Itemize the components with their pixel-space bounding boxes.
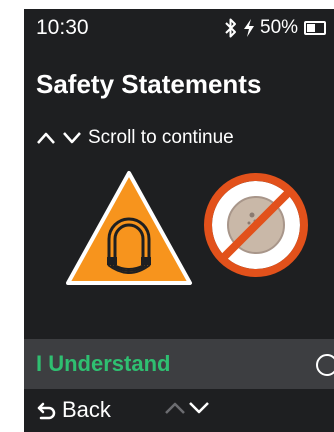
understand-checkbox[interactable]	[316, 354, 334, 376]
magnet-warning-icon	[66, 171, 192, 285]
status-time: 10:30	[36, 16, 89, 39]
battery-percent: 50%	[260, 17, 299, 38]
device-screen: 10:30 50% Safety Statements Scroll to co…	[24, 9, 334, 432]
battery-icon	[304, 21, 327, 35]
back-arrow-icon	[37, 402, 56, 420]
chevron-down-icon[interactable]	[188, 401, 210, 415]
back-label: Back	[62, 397, 111, 422]
understand-label: I Understand	[36, 351, 171, 376]
understand-row[interactable]: I Understand	[24, 339, 334, 389]
charging-bolt-icon	[244, 19, 254, 37]
bottom-nav: Back	[24, 389, 334, 432]
battery-fill	[307, 24, 316, 32]
chevron-down-icon	[63, 132, 81, 144]
status-bar: 10:30 50%	[24, 9, 334, 45]
bluetooth-icon	[225, 18, 236, 38]
no-sensor-icon	[204, 173, 308, 277]
back-button[interactable]: Back	[36, 397, 111, 423]
status-icons: 50%	[224, 16, 327, 40]
page-title: Safety Statements	[36, 69, 262, 99]
scroll-hint: Scroll to continue	[36, 127, 234, 149]
chevron-up-icon	[37, 132, 55, 144]
chevron-up-icon[interactable]	[164, 401, 186, 415]
scroll-chevrons	[164, 401, 210, 415]
scroll-hint-text: Scroll to continue	[88, 127, 234, 148]
